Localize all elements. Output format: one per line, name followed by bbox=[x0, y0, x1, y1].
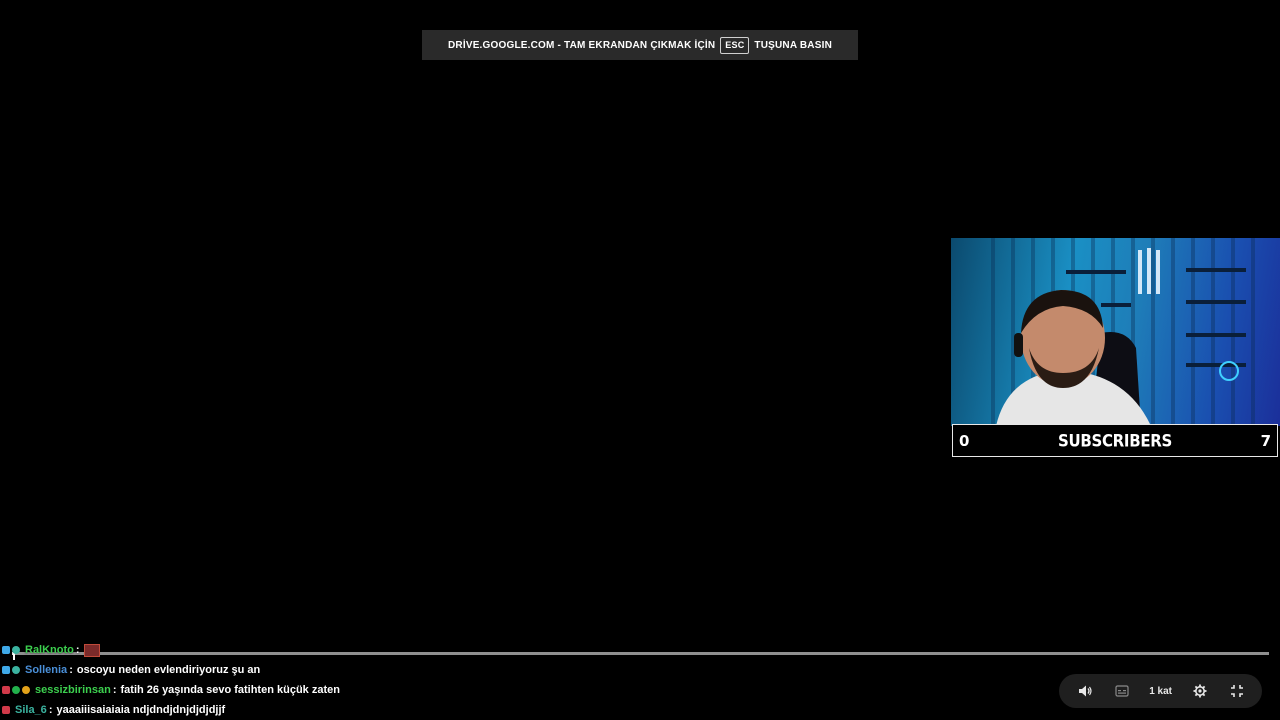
chat-username[interactable]: Sollenia bbox=[25, 664, 67, 676]
chat-badge-icon bbox=[12, 666, 20, 674]
volume-icon[interactable] bbox=[1071, 678, 1098, 705]
esc-key-badge: ESC bbox=[720, 36, 750, 54]
chat-separator: : bbox=[69, 664, 73, 676]
subscriber-goal-bar: 0 SUBSCRIBERS 7 bbox=[952, 424, 1278, 457]
chat-message-text: yaaaiiisaiaiaia ndjdndjdnjdjdjdjjf bbox=[56, 704, 226, 716]
chat-username[interactable]: Sila_6 bbox=[15, 704, 47, 716]
chat-badge-icon bbox=[12, 686, 20, 694]
playback-speed-button[interactable]: 1 kat bbox=[1145, 678, 1176, 705]
claw-logo bbox=[1138, 248, 1160, 294]
chat-message: Sila_6: yaaaiiisaiaiaia ndjdndjdnjdjdjdjj… bbox=[2, 700, 422, 720]
chat-badge-icon bbox=[22, 686, 30, 694]
chat-badge-icon bbox=[2, 666, 10, 674]
fullscreen-exit-icon[interactable] bbox=[1223, 678, 1250, 705]
chat-message: sessizbirinsan: fatih 26 yaşında sevo fat… bbox=[2, 680, 422, 700]
chat-overlay: RalKnoto: Sollenia: oscoyu neden evlendiri… bbox=[2, 640, 422, 720]
webcam-video bbox=[951, 238, 1280, 426]
chat-username[interactable]: RalKnoto bbox=[25, 644, 74, 656]
chat-separator: : bbox=[48, 704, 53, 716]
chat-message-text: fatih 26 yaşında sevo fatihten küçük zat… bbox=[120, 684, 340, 696]
chat-badge-icon bbox=[2, 686, 10, 694]
chat-message-text: oscoyu neden evlendiriyoruz şu an bbox=[76, 664, 261, 676]
chat-username[interactable]: sessizbirinsan bbox=[35, 684, 111, 696]
video-player[interactable]: DRİVE.GOOGLE.COM - TAM EKRANDAN ÇIKMAK İ… bbox=[0, 0, 1280, 720]
chat-message: RalKnoto: bbox=[2, 640, 422, 660]
fullscreen-notice-suffix: TUŞUNA BASIN bbox=[754, 39, 832, 51]
player-controls: 1 kat bbox=[1059, 674, 1262, 708]
webcam-overlay: 0 SUBSCRIBERS 7 bbox=[951, 238, 1280, 460]
subscriber-goal-label: SUBSCRIBERS bbox=[1057, 430, 1173, 451]
fullscreen-notice: DRİVE.GOOGLE.COM - TAM EKRANDAN ÇIKMAK İ… bbox=[422, 30, 858, 60]
chat-separator: : bbox=[75, 644, 80, 656]
chat-message: Sollenia: oscoyu neden evlendiriyoruz şu … bbox=[2, 660, 422, 680]
webcam-scene bbox=[991, 238, 1255, 426]
chat-badge-icon bbox=[12, 646, 20, 654]
captions-icon[interactable] bbox=[1108, 678, 1135, 705]
chat-badge-icon bbox=[2, 706, 10, 714]
subscriber-goal-end: 7 bbox=[1260, 431, 1271, 450]
subscriber-goal-start: 0 bbox=[959, 431, 970, 450]
chat-separator: : bbox=[112, 684, 117, 696]
chat-emote-icon bbox=[83, 643, 100, 657]
chat-badge-icon bbox=[2, 646, 10, 654]
settings-gear-icon[interactable] bbox=[1186, 678, 1213, 705]
fullscreen-notice-text: DRİVE.GOOGLE.COM - TAM EKRANDAN ÇIKMAK İ… bbox=[448, 39, 716, 51]
